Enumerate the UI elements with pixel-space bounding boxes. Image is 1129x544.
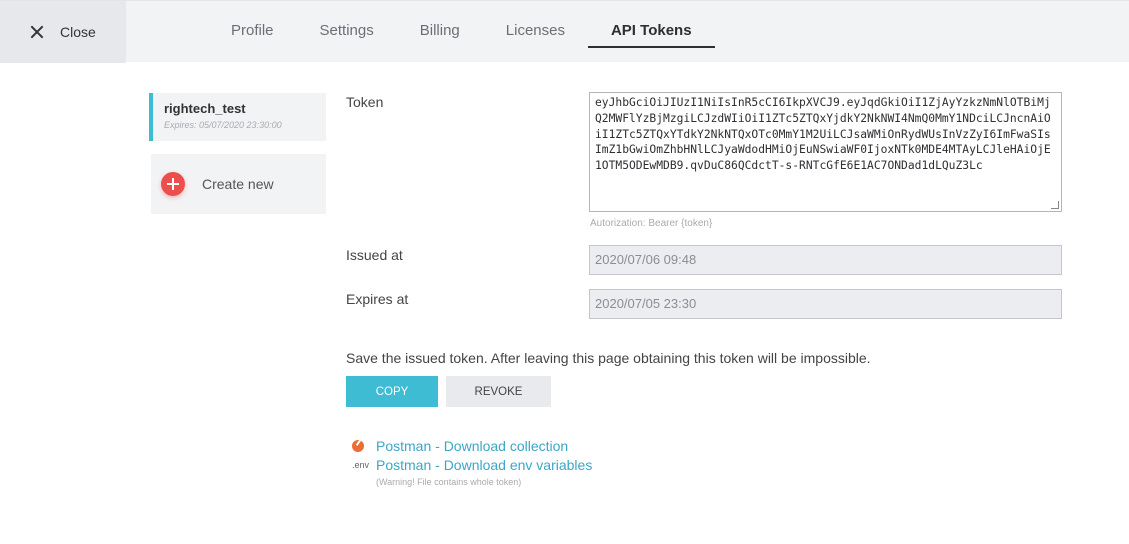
top-bar: Close Profile Settings Billing Licenses …: [0, 0, 1129, 63]
tab-billing[interactable]: Billing: [397, 1, 483, 48]
download-env-link[interactable]: Postman - Download env variables: [376, 457, 592, 473]
resize-handle-icon[interactable]: [1051, 201, 1059, 209]
token-value: eyJhbGciOiJIUzI1NiIsInR5cCI6IkpXVCJ9.eyJ…: [595, 96, 1051, 173]
tab-profile[interactable]: Profile: [208, 1, 297, 48]
env-warning-note: (Warning! File contains whole token): [376, 477, 522, 487]
env-file-icon: .env: [352, 460, 370, 470]
tab-api-tokens[interactable]: API Tokens: [587, 1, 715, 48]
token-list-item[interactable]: rightech_test Expires: 05/07/2020 23:30:…: [149, 93, 326, 141]
postman-icon: [352, 440, 364, 452]
postman-collection-row: Postman - Download collection: [352, 438, 568, 454]
postman-env-row: .env Postman - Download env variables: [352, 457, 592, 473]
create-token-label: Create new: [202, 176, 274, 192]
save-warning: Save the issued token. After leaving thi…: [346, 350, 871, 366]
plus-icon: [161, 172, 185, 196]
expires-at-field: 2020/07/05 23:30: [589, 289, 1062, 319]
token-hint: Autorization: Bearer {token}: [590, 218, 713, 229]
issued-label: Issued at: [346, 247, 403, 263]
expires-label: Expires at: [346, 291, 409, 307]
tab-bar: Profile Settings Billing Licenses API To…: [208, 1, 715, 63]
issued-at-field: 2020/07/06 09:48: [589, 245, 1062, 275]
download-collection-link[interactable]: Postman - Download collection: [376, 438, 568, 454]
token-textarea[interactable]: eyJhbGciOiJIUzI1NiIsInR5cCI6IkpXVCJ9.eyJ…: [589, 92, 1062, 212]
expires-at-value: 2020/07/05 23:30: [595, 296, 697, 311]
close-button[interactable]: Close: [0, 1, 126, 63]
issued-at-value: 2020/07/06 09:48: [595, 252, 697, 267]
close-icon: [30, 25, 44, 39]
token-name: rightech_test: [164, 101, 246, 116]
tab-settings[interactable]: Settings: [297, 1, 397, 48]
token-expiry: Expires: 05/07/2020 23:30:00: [164, 120, 282, 130]
token-label: Token: [346, 94, 384, 110]
create-token-button[interactable]: Create new: [151, 154, 326, 214]
tab-licenses[interactable]: Licenses: [483, 1, 588, 48]
revoke-button[interactable]: REVOKE: [446, 376, 551, 407]
close-label: Close: [60, 24, 96, 40]
copy-button[interactable]: COPY: [346, 376, 438, 407]
